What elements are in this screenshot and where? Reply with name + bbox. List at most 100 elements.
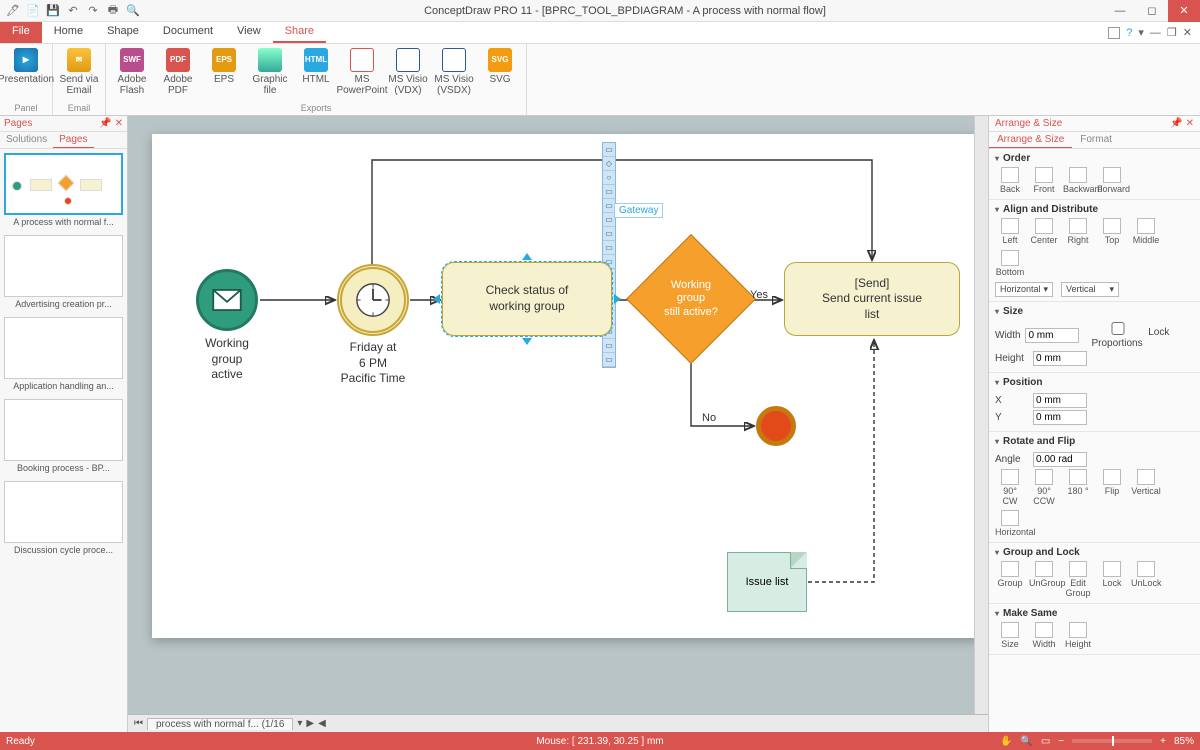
minimize-button[interactable]: — [1104,0,1136,22]
tab-share[interactable]: Share [273,22,326,43]
zoom-tool-icon[interactable]: 🔍 [1020,736,1032,747]
section-rotate-header[interactable]: Rotate and Flip [995,436,1194,450]
thumb-4[interactable]: Booking process - BP... [4,399,123,473]
sel-handle-icon[interactable] [614,294,621,304]
zoom-out-button[interactable]: − [1058,736,1064,747]
export-ppt-button[interactable]: PMS PowerPoint [340,46,384,101]
palette-item[interactable]: ▭ [603,339,615,353]
section-position-header[interactable]: Position [995,377,1194,391]
close-panel-icon[interactable]: ✕ [115,118,123,129]
undo-icon[interactable]: ↶ [66,4,80,18]
flip-button[interactable]: Flip [1097,469,1127,507]
export-eps-button[interactable]: EPSEPS [202,46,246,101]
edit-group-button[interactable]: Edit Group [1063,561,1093,599]
subtab-solutions[interactable]: Solutions [0,132,53,148]
sel-handle-icon[interactable] [433,294,440,304]
order-back-button[interactable]: Back [995,167,1025,195]
section-align-header[interactable]: Align and Distribute [995,204,1194,218]
pin-icon[interactable]: 📌 [1170,118,1182,129]
order-front-button[interactable]: Front [1029,167,1059,195]
mdi-minimize-icon[interactable]: — [1150,27,1161,39]
pin-icon[interactable]: 📌 [99,118,111,129]
export-swf-button[interactable]: SWFAdobe Flash [110,46,154,101]
width-input[interactable] [1025,328,1079,343]
save-icon[interactable]: 💾 [46,4,60,18]
ribbon-options-icon[interactable]: ▾ [1138,26,1144,39]
align-left-button[interactable]: Left [995,218,1025,246]
maximize-button[interactable]: ◻ [1136,0,1168,22]
thumb-5[interactable]: Discussion cycle proce... [4,481,123,555]
palette-item[interactable]: ▭ [603,185,615,199]
fit-page-icon[interactable]: ▭ [1041,736,1050,747]
presentation-button[interactable]: ▶Presentation [4,46,48,101]
rotate-cw-button[interactable]: 90° CW [995,469,1025,507]
unlock-button[interactable]: UnLock [1131,561,1161,599]
print-icon[interactable]: 🖶 [106,4,120,18]
export-pdf-button[interactable]: PDFAdobe PDF [156,46,200,101]
style-swatch-icon[interactable] [1108,27,1120,39]
same-width-button[interactable]: Width [1029,622,1059,650]
redo-icon[interactable]: ↷ [86,4,100,18]
export-svg-button[interactable]: SVGSVG [478,46,522,101]
align-middle-button[interactable]: Middle [1131,218,1161,246]
timer-event[interactable] [337,264,409,336]
zoom-in-button[interactable]: + [1160,736,1166,747]
new-icon[interactable]: 📄 [26,4,40,18]
export-html-button[interactable]: HTMLHTML [294,46,338,101]
subtab-pages[interactable]: Pages [53,132,93,148]
hand-tool-icon[interactable]: ✋ [1000,736,1012,747]
section-order-header[interactable]: Order [995,153,1194,167]
section-size-header[interactable]: Size [995,306,1194,320]
export-visio-vdx-button[interactable]: VMS Visio (VDX) [386,46,430,101]
align-center-button[interactable]: Center [1029,218,1059,246]
subtab-format[interactable]: Format [1072,132,1120,148]
search-icon[interactable]: 🔍 [126,4,140,18]
vertical-scrollbar[interactable] [974,116,988,714]
palette-item[interactable]: ▭ [603,227,615,241]
sel-handle-icon[interactable] [522,253,532,260]
lock-button[interactable]: Lock [1097,561,1127,599]
thumb-2[interactable]: Advertising creation pr... [4,235,123,309]
canvas[interactable]: ▭◇○▭▭▭▭▭▭▭▭▭▭▭▭▭ Gateway Working group a… [128,116,988,732]
order-forward-button[interactable]: Forward [1097,167,1127,195]
mdi-close-icon[interactable]: ✕ [1183,26,1192,39]
task-check-status[interactable]: Check status of working group [442,262,612,336]
tab-view[interactable]: View [225,22,273,43]
tab-file[interactable]: File [0,22,42,43]
distribute-horizontal-select[interactable]: Horizontal▾ [995,282,1053,297]
ungroup-button[interactable]: UnGroup [1029,561,1059,599]
align-bottom-button[interactable]: Bottom [995,250,1025,278]
same-size-button[interactable]: Size [995,622,1025,650]
x-input[interactable] [1033,393,1087,408]
lock-proportions-checkbox[interactable] [1091,322,1145,335]
page-thumbnails[interactable]: A process with normal f... Advertising c… [0,149,127,732]
palette-item[interactable]: ▭ [603,143,615,157]
thumb-3[interactable]: Application handling an... [4,317,123,391]
data-object-issue-list[interactable]: Issue list [727,552,807,612]
section-same-header[interactable]: Make Same [995,608,1194,622]
section-group-header[interactable]: Group and Lock [995,547,1194,561]
order-backward-button[interactable]: Backward [1063,167,1093,195]
flip-vertical-button[interactable]: Vertical [1131,469,1161,507]
mdi-restore-icon[interactable]: ❐ [1167,26,1177,39]
tab-shape[interactable]: Shape [95,22,151,43]
close-panel-icon[interactable]: ✕ [1186,118,1194,129]
export-visio-vsdx-button[interactable]: VMS Visio (VSDX) [432,46,476,101]
subtab-arrange[interactable]: Arrange & Size [989,132,1072,148]
tab-dropdown-icon[interactable]: ▾ [297,718,302,729]
tab-home[interactable]: Home [42,22,95,43]
task-send[interactable]: [Send] Send current issue list [784,262,960,336]
zoom-slider[interactable] [1072,739,1152,743]
sel-handle-icon[interactable] [522,338,532,345]
palette-item[interactable]: ▭ [603,353,615,367]
height-input[interactable] [1033,351,1087,366]
palette-item[interactable]: ▭ [603,241,615,255]
tab-nav-next-icon[interactable]: ▶ [306,718,314,729]
tab-nav-first-icon[interactable]: ⏮ [134,718,143,729]
palette-item[interactable]: ○ [603,171,615,185]
tab-nav-prev-icon[interactable]: ◀ [318,718,326,729]
help-icon[interactable]: ? [1126,27,1132,39]
send-email-button[interactable]: ✉Send via Email [57,46,101,101]
palette-item[interactable]: ◇ [603,157,615,171]
zoom-level[interactable]: 85% [1174,736,1194,747]
